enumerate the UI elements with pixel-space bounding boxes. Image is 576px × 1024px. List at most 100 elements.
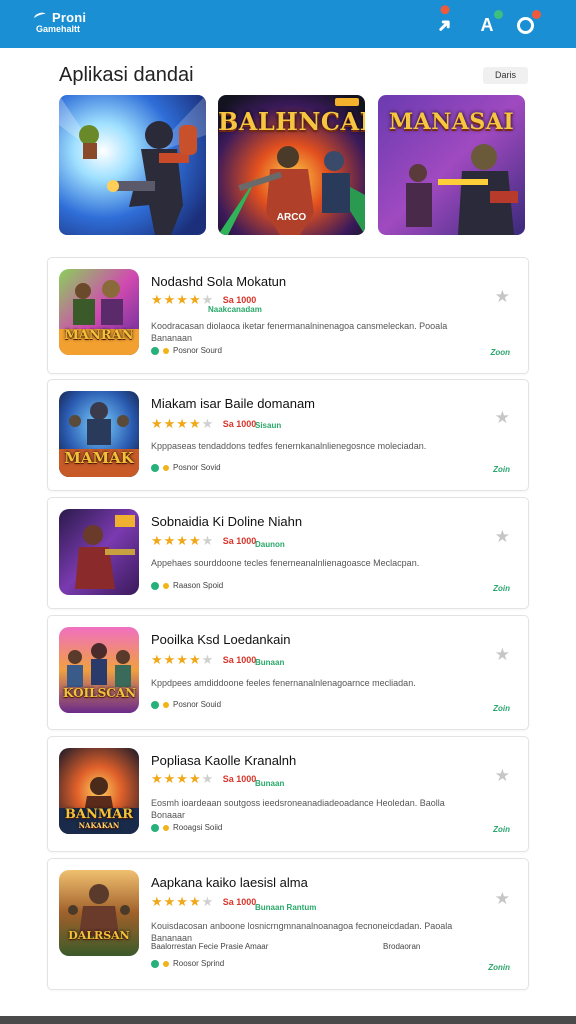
app-meta: Roosor Sprind bbox=[151, 959, 224, 968]
price-sublabel: Bunaan bbox=[255, 658, 285, 667]
banner-title: MANASAI bbox=[388, 109, 515, 135]
app-meta: Posnor Sovid bbox=[151, 463, 221, 472]
app-title[interactable]: Pooilka Ksd Loedankain bbox=[151, 632, 291, 647]
app-description: Kpppaseas tendaddons tedfes fenernkanaln… bbox=[151, 441, 427, 451]
app-title[interactable]: Miakam isar Baile domanam bbox=[151, 396, 315, 411]
banner-badge bbox=[335, 98, 359, 106]
thumbnail-label: BANMAR NAKAKAN bbox=[64, 807, 134, 830]
price-label: Sa 1000 bbox=[222, 896, 257, 907]
app-card[interactable]: BANMAR NAKAKAN Popliasa Kaolle Kranalnh ★… bbox=[47, 736, 529, 852]
app-description: Kouisdacosan anboone losnicrngmnanalnoan… bbox=[151, 921, 453, 943]
thumbnail-label: DALRSAN bbox=[68, 929, 130, 942]
star-rating: ★★★★★ bbox=[151, 893, 215, 909]
app-title[interactable]: Nodashd Sola Mokatun bbox=[151, 274, 286, 289]
rating-row: ★★★★★ Sa 1000 bbox=[151, 770, 256, 786]
favorite-star-icon[interactable]: ★ bbox=[495, 645, 510, 665]
price-sublabel: Daunon bbox=[255, 540, 285, 549]
app-meta: Rooagsi Soiid bbox=[151, 823, 222, 832]
banner-title: BALHNCAK bbox=[218, 107, 365, 136]
favorite-star-icon[interactable]: ★ bbox=[495, 287, 510, 307]
status-icon bbox=[151, 581, 159, 590]
coin-icon bbox=[163, 960, 169, 967]
coin-icon bbox=[163, 582, 169, 589]
coin-icon bbox=[163, 464, 169, 471]
rating-row: ★★★★★ Sa 1000 bbox=[151, 651, 256, 667]
featured-banner[interactable]: MANASAI bbox=[378, 95, 525, 235]
coin-icon bbox=[163, 347, 169, 354]
star-rating: ★★★★★ bbox=[151, 291, 215, 307]
top-app-bar: Proni Gamehaltt ➜ A bbox=[0, 0, 576, 48]
favorite-star-icon[interactable]: ★ bbox=[495, 527, 510, 547]
app-card[interactable]: MANRAN Nodashd Sola Mokatun ★★★★★ Sa 100… bbox=[47, 257, 529, 374]
coin-icon bbox=[163, 701, 169, 708]
open-button[interactable]: Zoin bbox=[493, 825, 510, 834]
app-card[interactable]: DALRSAN Aapkana kaiko laesisl alma ★★★★★… bbox=[47, 858, 529, 990]
app-meta: Posnor Souid bbox=[151, 700, 221, 709]
favorite-star-icon[interactable]: ★ bbox=[495, 408, 510, 428]
featured-banner[interactable]: BALHNCAK ARCO bbox=[218, 95, 365, 235]
app-extra-meta: Baalorrestan Fecie Prasie Amaar bbox=[151, 942, 269, 951]
notification-dot bbox=[532, 10, 541, 19]
app-card[interactable]: KOILSCAN Pooilka Ksd Loedankain ★★★★★ Sa… bbox=[47, 615, 529, 730]
app-thumbnail: BANMAR NAKAKAN bbox=[59, 748, 139, 834]
app-description: Eosmh ioardeaan soutgoss ieedsroneanadia… bbox=[151, 798, 445, 820]
favorite-star-icon[interactable]: ★ bbox=[495, 889, 510, 909]
app-extra-meta-right: Brodaoran bbox=[383, 942, 421, 951]
app-thumbnail bbox=[59, 509, 139, 595]
app-title[interactable]: Popliasa Kaolle Kranalnh bbox=[151, 753, 296, 768]
app-title[interactable]: Sobnaidia Ki Doline Niahn bbox=[151, 514, 302, 529]
coin-icon bbox=[163, 824, 169, 831]
featured-banner[interactable] bbox=[59, 95, 206, 235]
price-sublabel: Naakcanadam bbox=[208, 305, 262, 314]
open-button[interactable]: Zoon bbox=[490, 348, 510, 357]
status-icon bbox=[151, 823, 159, 832]
price-label: Sa 1000 bbox=[222, 418, 257, 429]
status-icon bbox=[151, 463, 159, 472]
app-meta: Posnor Sourd bbox=[151, 346, 222, 355]
filter-chip[interactable]: Daris bbox=[483, 67, 528, 84]
section-title: Aplikasi dandai bbox=[59, 64, 194, 86]
banner-art bbox=[59, 95, 206, 235]
notification-dot bbox=[440, 5, 450, 15]
price-label: Sa 1000 bbox=[222, 654, 257, 665]
open-button[interactable]: Zoin bbox=[493, 465, 510, 474]
app-meta: Raason Spoid bbox=[151, 581, 223, 590]
price-sublabel: Bunaan bbox=[255, 779, 285, 788]
brand-subtitle: Gamehaltt bbox=[36, 24, 81, 34]
star-rating: ★★★★★ bbox=[151, 532, 215, 548]
app-title[interactable]: Aapkana kaiko laesisl alma bbox=[151, 875, 308, 890]
favorite-star-icon[interactable]: ★ bbox=[495, 766, 510, 786]
status-icon bbox=[151, 700, 159, 709]
share-arrow-icon[interactable]: ➜ bbox=[429, 5, 460, 41]
system-navigation-bar bbox=[0, 1016, 576, 1024]
open-button[interactable]: Zoin bbox=[493, 704, 510, 713]
app-thumbnail: DALRSAN bbox=[59, 870, 139, 956]
star-rating: ★★★★★ bbox=[151, 415, 215, 431]
app-card[interactable]: Sobnaidia Ki Doline Niahn ★★★★★ Sa 1000 … bbox=[47, 497, 529, 609]
app-logo[interactable]: Proni Gamehaltt bbox=[33, 11, 86, 34]
status-icon bbox=[151, 346, 159, 355]
banner-caption: ARCO bbox=[276, 212, 307, 223]
star-rating: ★★★★★ bbox=[151, 770, 215, 786]
app-card[interactable]: MAMAK Miakam isar Baile domanam ★★★★★ Sa… bbox=[47, 379, 529, 491]
status-dot bbox=[494, 10, 503, 19]
price-label: Sa 1000 bbox=[222, 773, 257, 784]
app-description: Koodracasan diolaoca iketar fenermanalni… bbox=[151, 321, 448, 343]
price-label: Sa 1000 bbox=[222, 535, 257, 546]
open-button[interactable]: Zonin bbox=[488, 963, 510, 972]
notification-icon[interactable] bbox=[514, 10, 541, 37]
app-description: Appehaes sourddoone tecles fenerneanalnl… bbox=[151, 558, 420, 568]
open-button[interactable]: Zoin bbox=[493, 584, 510, 593]
app-thumbnail: MANRAN bbox=[59, 269, 139, 355]
price-label: Sa 1000 bbox=[222, 294, 257, 305]
thumbnail-label: MAMAK bbox=[64, 449, 134, 467]
rating-row: ★★★★★ Sa 1000 bbox=[151, 893, 256, 909]
status-icon bbox=[151, 959, 159, 968]
app-thumbnail: MAMAK bbox=[59, 391, 139, 477]
app-description: Kppdpees amdiddoone feeles fenernanalnle… bbox=[151, 678, 416, 688]
user-icon[interactable]: A bbox=[476, 10, 503, 37]
rating-row: ★★★★★ Sa 1000 bbox=[151, 532, 256, 548]
price-sublabel: Bunaan Rantum bbox=[255, 903, 317, 912]
rating-row: ★★★★★ Sa 1000 bbox=[151, 415, 256, 431]
thumbnail-label: KOILSCAN bbox=[63, 686, 137, 700]
